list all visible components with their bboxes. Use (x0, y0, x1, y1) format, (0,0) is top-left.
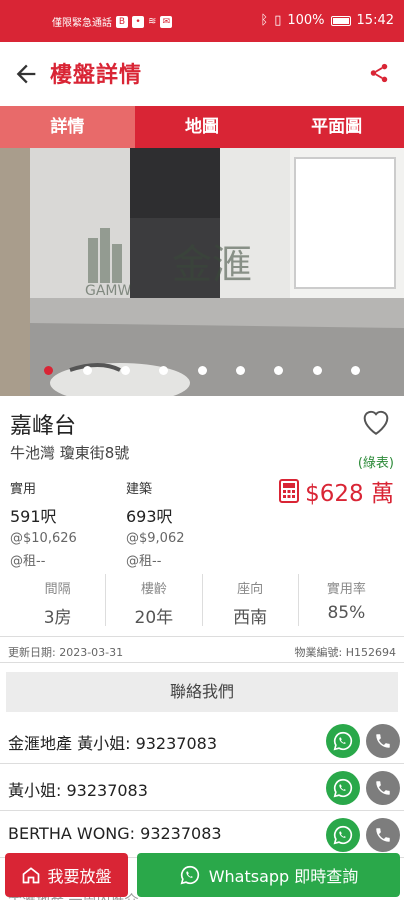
tab-details[interactable]: 詳情 (0, 106, 135, 148)
divider (0, 662, 404, 663)
divider (0, 636, 404, 637)
stat-efficiency: 實用率 85% (299, 574, 394, 626)
gallery-dot[interactable] (121, 366, 130, 375)
saleable-area: 591呎 (10, 507, 57, 526)
stat-label: 座向 (237, 582, 264, 597)
green-form-tag: (綠表) (357, 456, 394, 471)
mail-icon: ✉ (160, 15, 173, 28)
whatsapp-icon (333, 731, 353, 751)
notification-icon: • (132, 15, 144, 28)
home-icon (23, 867, 40, 884)
back-arrow-icon[interactable] (12, 60, 40, 88)
stat-layout: 間隔 3房 (10, 574, 107, 628)
whatsapp-button[interactable] (326, 818, 360, 852)
wifi-icon: ≋ (148, 16, 157, 27)
whatsapp-button[interactable] (326, 724, 360, 758)
gross-area: 693呎 (126, 507, 173, 526)
page-title: 樓盤詳情 (50, 63, 143, 88)
contact-text: 金滙地產 黃小姐: 93237083 (8, 734, 218, 753)
stat-value: 85% (327, 603, 366, 623)
b-icon: B (116, 15, 128, 28)
status-right: ᛒ ▯ 100% 15:42 (260, 13, 394, 28)
emergency-text: 僅限緊急通話 (52, 18, 112, 29)
heart-icon[interactable] (358, 404, 394, 438)
gallery-dots (0, 366, 404, 380)
phone-icon (376, 734, 390, 748)
gallery-dot[interactable] (313, 366, 322, 375)
gross-unit-price: @$9,062 (126, 531, 185, 546)
property-address: 牛池灣 瓊東街8號 (10, 444, 130, 462)
gallery-dot[interactable] (44, 366, 53, 375)
call-button[interactable] (366, 771, 400, 805)
contact-header: 聯絡我們 (6, 672, 398, 712)
property-stats: 間隔 3房 樓齡 20年 座向 西南 實用率 85% (10, 574, 394, 628)
stat-age: 樓齡 20年 (106, 574, 203, 628)
battery-icon (330, 15, 351, 26)
price: $628 萬 (305, 481, 394, 507)
app-bar: 樓盤詳情 (0, 42, 404, 106)
stat-value: 20年 (134, 608, 174, 628)
whatsapp-icon (333, 778, 353, 798)
gross-rent: @租-- (126, 554, 162, 569)
tab-floorplan[interactable]: 平面圖 (269, 106, 404, 148)
stat-orientation: 座向 西南 (203, 574, 299, 628)
tab-map[interactable]: 地圖 (135, 106, 270, 148)
saleable-area-block: 實用 591呎 @$10,626 @租-- (10, 478, 77, 569)
call-button[interactable] (366, 724, 400, 758)
saleable-label: 實用 (10, 482, 37, 497)
property-name: 嘉峰台 (10, 414, 77, 439)
gross-label: 建築 (126, 482, 153, 497)
phone-icon (376, 781, 390, 795)
property-ref: 物業編號: H152694 (294, 646, 396, 659)
stat-value: 西南 (233, 608, 268, 628)
gallery-dot[interactable] (83, 366, 92, 375)
whatsapp-icon (180, 865, 199, 885)
stat-label: 實用率 (326, 582, 366, 597)
status-left: 僅限緊急通話 B • ≋ ✉ (52, 14, 173, 29)
clock: 15:42 (356, 13, 394, 28)
photo-gallery[interactable]: GAMW 金滙 (0, 148, 404, 396)
saleable-rent: @租-- (10, 554, 46, 569)
bathroom-photo: GAMW 金滙 (0, 148, 404, 396)
stat-value: 3房 (43, 608, 72, 628)
share-icon[interactable] (368, 62, 390, 84)
price-block: $628 萬 (279, 474, 394, 508)
calculator-icon[interactable] (279, 479, 300, 503)
updated-date: 更新日期: 2023-03-31 (8, 646, 124, 659)
gallery-dot[interactable] (236, 366, 245, 375)
whatsapp-icon (333, 825, 353, 845)
whatsapp-enquiry-label: Whatsapp 即時查詢 (208, 867, 359, 886)
gallery-dot[interactable] (351, 366, 360, 375)
battery-percent: 100% (287, 13, 325, 28)
bluetooth-icon: ᛒ (260, 13, 269, 28)
vibrate-icon: ▯ (274, 13, 282, 28)
contact-row: BERTHA WONG: 93237083 (0, 812, 404, 858)
svg-text:GAMW: GAMW (85, 283, 132, 299)
gallery-dot[interactable] (198, 366, 207, 375)
saleable-unit-price: @$10,626 (10, 531, 77, 546)
stat-label: 樓齡 (140, 582, 167, 597)
list-property-button[interactable]: 我要放盤 (5, 853, 128, 897)
phone-icon (376, 828, 390, 842)
contact-text: 黃小姐: 93237083 (8, 781, 148, 800)
status-bar: 僅限緊急通話 B • ≋ ✉ ᛒ ▯ 100% 15:42 (0, 0, 404, 42)
list-property-label: 我要放盤 (47, 867, 112, 886)
call-button[interactable] (366, 818, 400, 852)
whatsapp-enquiry-button[interactable]: Whatsapp 即時查詢 (137, 853, 400, 897)
whatsapp-button[interactable] (326, 771, 360, 805)
gallery-dot[interactable] (274, 366, 283, 375)
gallery-dot[interactable] (159, 366, 168, 375)
svg-text:金滙: 金滙 (172, 242, 252, 288)
contact-row: 金滙地產 黃小姐: 93237083 (0, 718, 404, 764)
stat-label: 間隔 (44, 582, 71, 597)
contact-row: 黃小姐: 93237083 (0, 765, 404, 811)
tab-bar: 詳情 地圖 平面圖 (0, 106, 404, 148)
contact-text: BERTHA WONG: 93237083 (8, 824, 222, 843)
gross-area-block: 建築 693呎 @$9,062 @租-- (126, 478, 185, 569)
